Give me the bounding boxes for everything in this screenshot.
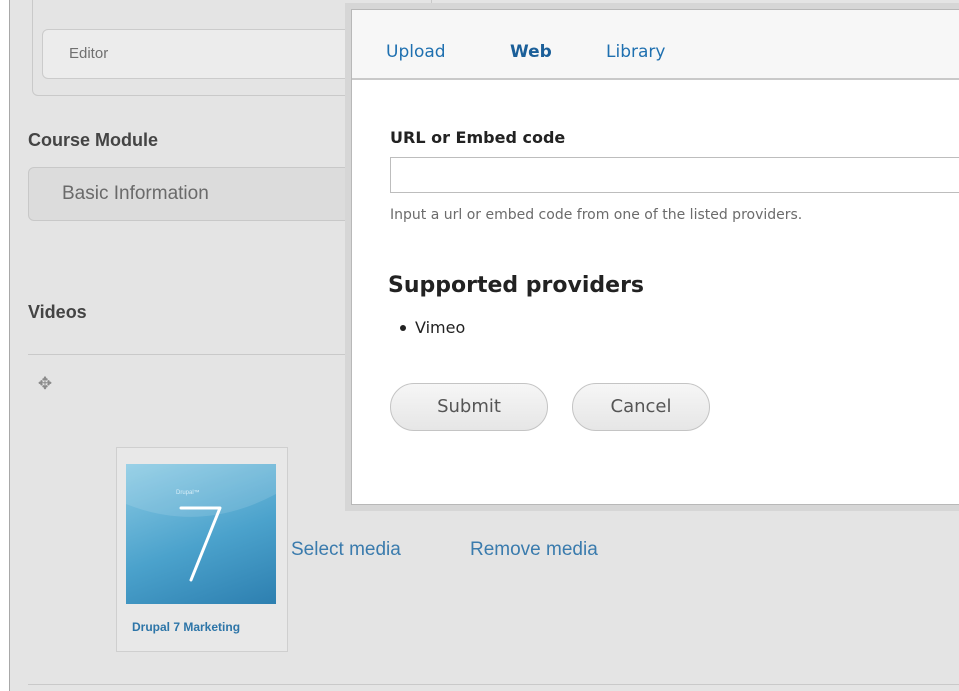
bottom-divider: [28, 684, 959, 685]
thumbnail-brand: Drupal™: [176, 490, 200, 496]
tab-web[interactable]: Web: [510, 42, 552, 62]
cancel-button[interactable]: Cancel: [572, 383, 710, 431]
select-media-link[interactable]: Select media: [291, 539, 401, 561]
media-tabs: Upload Web Library: [352, 10, 959, 80]
provider-item-vimeo: Vimeo: [399, 318, 466, 337]
videos-label: Videos: [28, 302, 87, 322]
submit-button[interactable]: Submit: [390, 383, 548, 431]
media-thumbnail[interactable]: Drupal™: [126, 464, 276, 604]
remove-media-link[interactable]: Remove media: [470, 539, 598, 561]
media-title[interactable]: Drupal 7 Marketing: [132, 620, 287, 634]
providers-heading: Supported providers: [388, 273, 645, 298]
drupal-7-thumbnail-icon: [126, 464, 276, 582]
url-field-label: URL or Embed code: [390, 128, 566, 147]
tab-library[interactable]: Library: [606, 42, 665, 62]
url-embed-input[interactable]: [390, 157, 959, 193]
course-module-label: Course Module: [28, 130, 159, 150]
url-help-text: Input a url or embed code from one of th…: [390, 207, 803, 223]
media-item-card[interactable]: Drupal™ Drupal 7 Marketing: [116, 447, 288, 652]
media-browser-dialog: Upload Web Library URL or Embed code Inp…: [351, 9, 959, 505]
drag-handle-icon[interactable]: ✥: [37, 376, 53, 393]
tab-upload[interactable]: Upload: [386, 42, 446, 62]
